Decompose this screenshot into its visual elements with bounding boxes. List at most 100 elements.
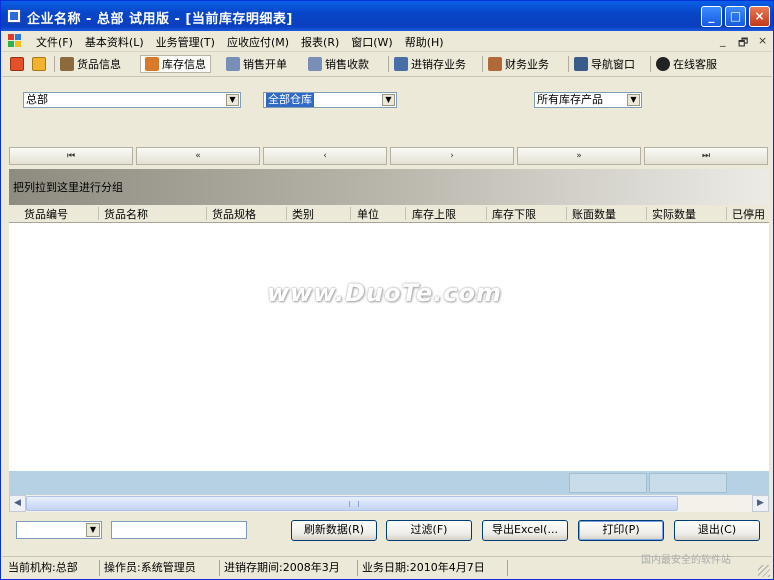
column-divider[interactable]	[486, 207, 487, 220]
power-icon	[10, 57, 24, 71]
column-header-book-qty[interactable]: 账面数量	[572, 206, 616, 222]
corner-watermark: 国内最安全的软件站	[641, 555, 731, 566]
filter-button[interactable]: 过滤(F)	[386, 520, 472, 541]
column-header-disabled[interactable]: 已停用	[732, 206, 765, 222]
toolbar-label: 导航窗口	[591, 58, 635, 71]
menu-bar: 文件(F) 基本资料(L) 业务管理(T) 应收应付(M) 报表(R) 窗口(W…	[2, 31, 772, 52]
toolbar-label: 在线客服	[673, 58, 717, 71]
status-business-date: 业务日期:2010年4月7日	[358, 560, 508, 576]
resize-grip-icon[interactable]	[758, 565, 770, 577]
column-header-goods-code[interactable]: 货品编号	[24, 206, 68, 222]
dropdown-arrow-icon[interactable]: ▼	[86, 523, 100, 537]
print-button[interactable]: 打印(P)	[578, 520, 664, 541]
dropdown-arrow-icon[interactable]: ▼	[382, 94, 395, 106]
nav-next-button[interactable]: ›	[390, 147, 514, 165]
menu-file[interactable]: 文件(F)	[30, 34, 79, 50]
dropdown-arrow-icon[interactable]: ▼	[627, 94, 640, 106]
book-icon	[488, 57, 502, 71]
app-icon[interactable]	[7, 9, 21, 23]
summary-cell-book-qty	[569, 473, 647, 493]
grid-body[interactable]: www.DuoTe.com	[9, 223, 769, 471]
app-window: 企业名称 - 总部 试用版 - [当前库存明细表] _ □ × 文件(F) 基本…	[0, 0, 774, 580]
group-by-prompt: 把列拉到这里进行分组	[13, 181, 123, 194]
column-divider[interactable]	[405, 207, 406, 220]
menu-help[interactable]: 帮助(H)	[399, 34, 450, 50]
column-divider[interactable]	[286, 207, 287, 220]
column-header-goods-name[interactable]: 货品名称	[104, 206, 148, 222]
column-header-stock-max[interactable]: 库存上限	[412, 206, 456, 222]
horizontal-scrollbar[interactable]: ◀ ▶	[9, 495, 769, 512]
nav-last-button[interactable]: ⏭	[644, 147, 768, 165]
column-divider[interactable]	[726, 207, 727, 220]
column-header-actual-qty[interactable]: 实际数量	[652, 206, 696, 222]
export-excel-button[interactable]: 导出Excel(...	[482, 520, 568, 541]
column-divider[interactable]	[566, 207, 567, 220]
toolbar-navigator[interactable]: 导航窗口	[574, 55, 635, 73]
mdi-close-button[interactable]: ×	[758, 34, 767, 47]
ledger-icon	[394, 57, 408, 71]
document-icon	[308, 57, 322, 71]
grid-summary-footer	[9, 471, 769, 495]
scroll-thumb[interactable]	[26, 496, 678, 511]
minimize-button[interactable]: _	[701, 6, 722, 27]
nav-prev-button[interactable]: ‹	[263, 147, 387, 165]
toolbar-label: 销售开单	[243, 58, 287, 71]
nav-first-button[interactable]: ⏮	[9, 147, 133, 165]
toolbar-label: 进销存业务	[411, 58, 466, 71]
scroll-right-button[interactable]: ▶	[752, 495, 769, 512]
record-navigator: ⏮ « ‹ › » ⏭	[9, 147, 769, 166]
document-icon	[226, 57, 240, 71]
watermark-text: www.DuoTe.com	[267, 279, 502, 307]
column-header-spec[interactable]: 货品规格	[212, 206, 256, 222]
menu-receivable-payable[interactable]: 应收应付(M)	[221, 34, 295, 50]
toolbar-online-service[interactable]: 在线客服	[656, 55, 717, 73]
search-field-select[interactable]: ▼	[16, 521, 102, 539]
toolbar-label: 库存信息	[162, 58, 206, 71]
mdi-minimize-button[interactable]: _	[720, 34, 726, 47]
toolbar-separator	[650, 56, 651, 72]
column-divider[interactable]	[98, 207, 99, 220]
search-input[interactable]	[111, 521, 247, 539]
column-divider[interactable]	[646, 207, 647, 220]
dropdown-arrow-icon[interactable]: ▼	[226, 94, 239, 106]
menu-basic-data[interactable]: 基本资料(L)	[79, 34, 150, 50]
column-header-category[interactable]: 类别	[292, 206, 314, 222]
mdi-child-icon[interactable]	[8, 34, 22, 48]
nav-next-page-button[interactable]: »	[517, 147, 641, 165]
title-bar[interactable]: 企业名称 - 总部 试用版 - [当前库存明细表] _ □ ×	[1, 1, 773, 31]
nav-prev-page-button[interactable]: «	[136, 147, 260, 165]
product-scope-value: 所有库存产品	[537, 93, 603, 106]
maximize-button[interactable]: □	[725, 6, 746, 27]
product-scope-select[interactable]: 所有库存产品 ▼	[534, 92, 642, 108]
menu-window[interactable]: 窗口(W)	[345, 34, 398, 50]
navigator-icon	[574, 57, 588, 71]
refresh-button[interactable]: 刷新数据(R)	[291, 520, 377, 541]
column-divider[interactable]	[206, 207, 207, 220]
key-button[interactable]	[32, 55, 49, 73]
warehouse-select[interactable]: 全部仓库 ▼	[263, 92, 397, 108]
column-header-unit[interactable]: 单位	[357, 206, 379, 222]
toolbar-separator	[388, 56, 389, 72]
close-button[interactable]: ×	[749, 6, 770, 27]
mdi-restore-button[interactable]: 🗗	[738, 34, 748, 53]
toolbar-sales-order[interactable]: 销售开单	[226, 55, 287, 73]
toolbar-goods-info[interactable]: 货品信息	[60, 55, 121, 73]
status-operator: 操作员:系统管理员	[100, 560, 220, 576]
toolbar-finance-business[interactable]: 财务业务	[488, 55, 549, 73]
power-button[interactable]	[10, 55, 27, 73]
toolbar-inventory-business[interactable]: 进销存业务	[394, 55, 466, 73]
exit-button[interactable]: 退出(C)	[674, 520, 760, 541]
menu-business[interactable]: 业务管理(T)	[150, 34, 221, 50]
goods-icon	[60, 57, 74, 71]
column-divider[interactable]	[350, 207, 351, 220]
toolbar-stock-info[interactable]: 库存信息	[140, 55, 211, 73]
column-header-stock-min[interactable]: 库存下限	[492, 206, 536, 222]
group-by-panel[interactable]: 把列拉到这里进行分组	[9, 169, 769, 205]
toolbar-label: 货品信息	[77, 58, 121, 71]
toolbar-sales-receipt[interactable]: 销售收款	[308, 55, 369, 73]
key-icon	[32, 57, 46, 71]
status-period: 进销存期间:2008年3月	[220, 560, 358, 576]
menu-reports[interactable]: 报表(R)	[295, 34, 345, 50]
scroll-left-button[interactable]: ◀	[9, 495, 26, 512]
org-select[interactable]: 总部 ▼	[23, 92, 241, 108]
